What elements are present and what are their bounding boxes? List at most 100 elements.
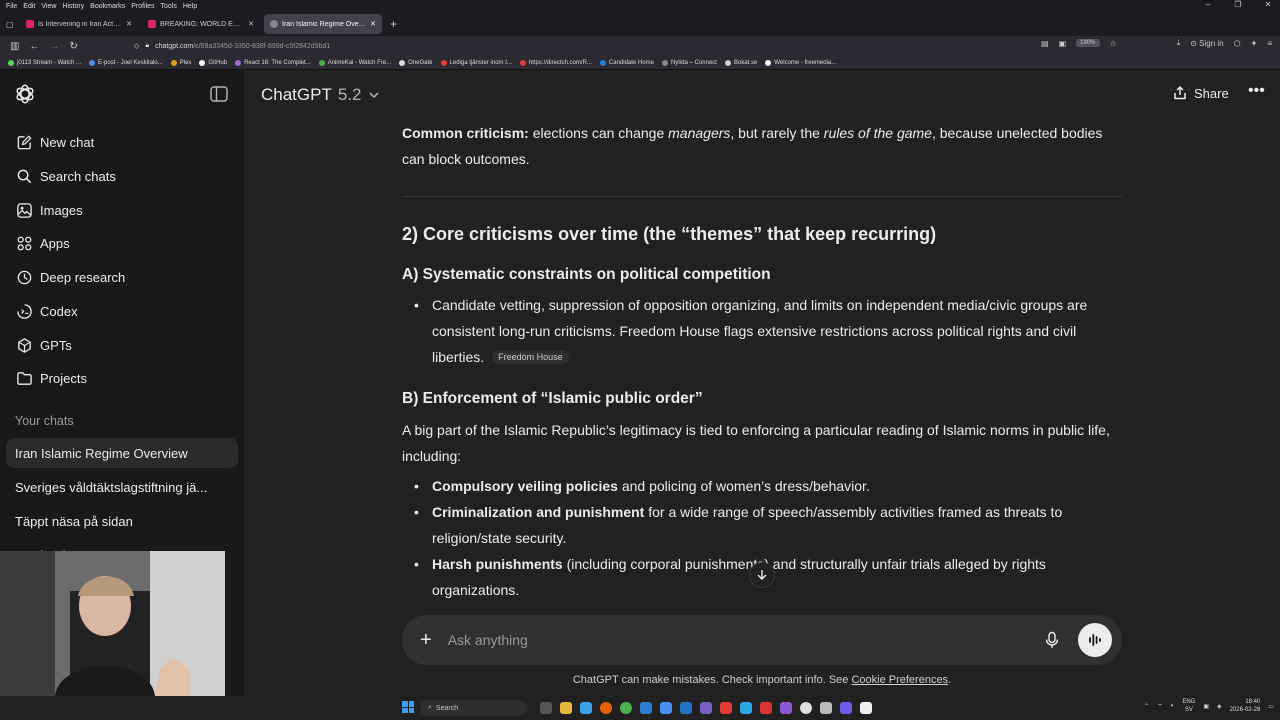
reload-icon[interactable]: ↻	[69, 41, 77, 52]
chat-item[interactable]: Sveriges våldtäktslagstiftning jä...	[6, 472, 238, 502]
close-window-icon[interactable]: ✕	[1256, 0, 1280, 9]
zoom-level[interactable]: 190%	[1076, 39, 1100, 47]
bookmark-item[interactable]: GitHub	[199, 59, 227, 66]
volume-icon[interactable]: 🔈︎	[1171, 703, 1175, 710]
chrome-icon[interactable]	[620, 702, 632, 714]
tab-list-icon[interactable]: ▢	[6, 20, 16, 29]
menu-edit[interactable]: Edit	[23, 3, 35, 10]
network-icon[interactable]: ⌔	[1157, 702, 1163, 710]
cookie-preferences-link[interactable]: Cookie Preferences	[851, 674, 948, 686]
app-icon[interactable]	[720, 702, 732, 714]
bookmark-item[interactable]: Plex	[170, 59, 191, 66]
tray-app-icon[interactable]: ◈	[1217, 703, 1222, 710]
picture-icon[interactable]: ▣	[1059, 39, 1067, 48]
add-attachment-icon[interactable]: +	[420, 629, 432, 652]
message-input[interactable]: Ask anything	[448, 632, 1044, 648]
app-icon[interactable]	[820, 702, 832, 714]
clock[interactable]: 18:40 2026-02-28	[1230, 698, 1261, 714]
tray-chevron-icon[interactable]: ⌃	[1144, 703, 1149, 710]
sidebar-toggle-icon[interactable]: ▥	[10, 41, 19, 52]
app-icon[interactable]	[640, 702, 652, 714]
deep-research-button[interactable]: Deep research	[8, 262, 236, 292]
reader-icon[interactable]: ▤	[1041, 39, 1049, 48]
chatgpt-app-icon[interactable]	[800, 702, 812, 714]
gpts-button[interactable]: GPTs	[8, 330, 236, 360]
menu-tools[interactable]: Tools	[161, 3, 177, 10]
microphone-icon[interactable]	[1044, 631, 1060, 649]
search-chats-button[interactable]: Search chats	[8, 161, 236, 191]
projects-button[interactable]: Projects	[8, 363, 236, 393]
citation-chip[interactable]: Freedom House	[492, 350, 569, 364]
app-icon[interactable]	[660, 702, 672, 714]
new-tab-icon[interactable]: +	[390, 17, 397, 31]
browser-tab[interactable]: Is Intervening in Iran Actually J... ✕	[20, 14, 138, 34]
forward-icon[interactable]: →	[49, 41, 59, 52]
chat-item-active[interactable]: Iran Islamic Regime Overview	[6, 438, 238, 468]
close-sidebar-icon[interactable]	[210, 86, 228, 102]
lock-icon[interactable]: 🔒︎	[145, 42, 149, 50]
close-tab-icon[interactable]: ✕	[248, 20, 254, 28]
bold-label: Criminalization and punishment	[432, 504, 645, 520]
more-options-icon[interactable]: •••	[1248, 82, 1265, 100]
windows-start-icon[interactable]	[402, 701, 414, 713]
bookmark-item[interactable]: Bokat.se	[724, 59, 757, 66]
share-button[interactable]: Share	[1172, 85, 1229, 101]
file-explorer-icon[interactable]	[560, 702, 572, 714]
voice-mode-button[interactable]	[1078, 623, 1112, 657]
close-tab-icon[interactable]: ✕	[370, 20, 376, 28]
apps-button[interactable]: Apps	[8, 228, 236, 258]
teams-icon[interactable]	[840, 702, 852, 714]
model-selector[interactable]: ChatGPT 5.2	[261, 85, 380, 105]
images-button[interactable]: Images	[8, 195, 236, 225]
app-icon[interactable]	[780, 702, 792, 714]
bookmark-item[interactable]: j0113 Stream - Watch ...	[8, 59, 81, 66]
notification-icon[interactable]: ▭	[1268, 703, 1274, 710]
bookmark-item[interactable]: https://directch.com/R...	[519, 59, 592, 66]
task-view-icon[interactable]	[540, 702, 552, 714]
menu-history[interactable]: History	[62, 3, 84, 10]
menu-profiles[interactable]: Profiles	[131, 3, 154, 10]
bookmark-item[interactable]: React 16: The Complet...	[235, 59, 311, 66]
chat-item[interactable]: Täppt näsa på sidan	[6, 506, 238, 536]
bookmark-item[interactable]: Nytida – Connect	[661, 59, 717, 66]
bookmark-item[interactable]: Lediga tjänster inom I...	[440, 59, 512, 66]
minimize-icon[interactable]: –	[1196, 0, 1220, 9]
sign-in-button[interactable]: ⊙ Sign in	[1190, 39, 1223, 48]
bookmark-item[interactable]: Candidate Home	[599, 59, 654, 66]
app-icon[interactable]	[760, 702, 772, 714]
codex-button[interactable]: Codex	[8, 296, 236, 326]
address-bar[interactable]: ◇ 🔒︎ chatgpt.com/c/69a3345d-3350-838f-89…	[134, 38, 1114, 54]
close-tab-icon[interactable]: ✕	[126, 20, 132, 28]
browser-tab[interactable]: BREAKING: WORLD ERUPTS AS... ✕	[142, 14, 260, 34]
menu-help[interactable]: Help	[183, 3, 197, 10]
firefox-icon[interactable]	[600, 702, 612, 714]
menu-view[interactable]: View	[41, 3, 56, 10]
star-icon[interactable]: ☆	[1110, 39, 1117, 48]
bookmark-item[interactable]: Welcome - freemedia...	[765, 59, 836, 66]
bookmark-item[interactable]: E-post - Joel Keskitalo...	[89, 59, 163, 66]
language-indicator[interactable]: ENG SV	[1182, 698, 1195, 714]
taskbar-search[interactable]: ⌕ Search	[420, 700, 528, 716]
edge-icon[interactable]	[580, 702, 592, 714]
extension-icon[interactable]: ✦	[1251, 39, 1258, 48]
scroll-to-bottom-button[interactable]	[749, 562, 775, 588]
app-icon[interactable]	[740, 702, 752, 714]
app-icon[interactable]	[700, 702, 712, 714]
menu-icon[interactable]: ≡	[1267, 39, 1272, 48]
new-chat-button[interactable]: New chat	[8, 127, 236, 157]
shield-icon[interactable]: ◇	[134, 42, 139, 50]
openai-logo-icon[interactable]	[14, 83, 36, 105]
vscode-icon[interactable]	[680, 702, 692, 714]
bookmark-item[interactable]: OneGate	[399, 59, 433, 66]
browser-tab-active[interactable]: Iran Islamic Regime Overview ✕	[264, 14, 382, 34]
download-icon[interactable]: ⤓	[1177, 38, 1181, 48]
menu-file[interactable]: File	[6, 3, 17, 10]
notepad-icon[interactable]	[860, 702, 872, 714]
restore-icon[interactable]: ❐	[1226, 0, 1250, 9]
message-composer[interactable]: + Ask anything	[402, 615, 1122, 665]
bookmark-item[interactable]: AnimeKai - Watch Fre...	[318, 59, 391, 66]
back-icon[interactable]: ←	[29, 41, 39, 52]
menu-bookmarks[interactable]: Bookmarks	[90, 3, 125, 10]
extensions-icon[interactable]: ⬡	[1234, 39, 1241, 48]
tray-app-icon[interactable]: ▣	[1203, 703, 1209, 710]
